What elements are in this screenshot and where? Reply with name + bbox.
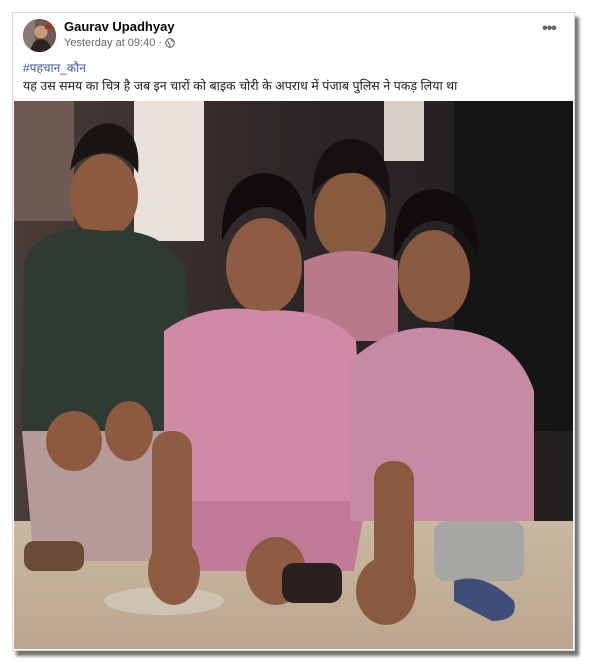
post-text: यह उस समय का चित्र है जब इन चारों को बाइ… <box>23 79 458 93</box>
post-photo[interactable] <box>14 101 573 649</box>
post-hashtag[interactable]: #पहचान_कौन <box>23 59 86 76</box>
post-header: Gaurav Upadhyay Yesterday at 09:40 · ••• <box>13 13 574 57</box>
author-name[interactable]: Gaurav Upadhyay <box>64 19 175 34</box>
meta-separator: · <box>158 37 163 49</box>
post-timestamp[interactable]: Yesterday at 09:40 <box>64 37 155 49</box>
more-options-icon[interactable]: ••• <box>538 21 560 39</box>
facebook-post: Gaurav Upadhyay Yesterday at 09:40 · •••… <box>12 12 575 651</box>
globe-icon <box>165 38 175 48</box>
avatar[interactable] <box>23 19 56 52</box>
post-meta: Yesterday at 09:40 · <box>64 37 175 49</box>
